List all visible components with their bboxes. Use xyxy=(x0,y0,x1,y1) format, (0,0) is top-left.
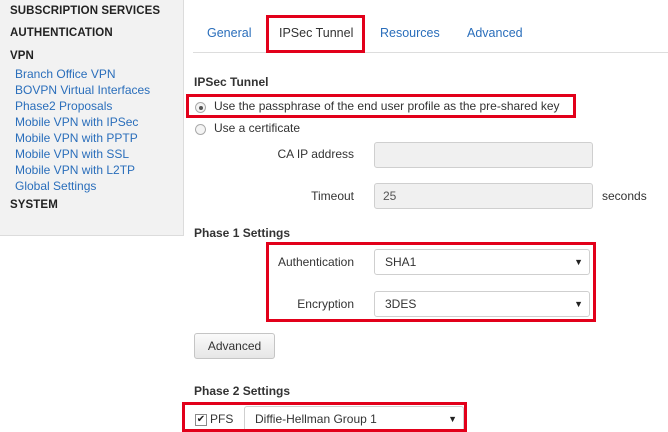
sidebar-item-mobile-vpn-ssl[interactable]: Mobile VPN with SSL xyxy=(15,147,129,161)
sidebar-item-mobile-vpn-ipsec[interactable]: Mobile VPN with IPSec xyxy=(15,115,138,129)
timeout-input[interactable]: 25 xyxy=(374,183,593,209)
phase1-heading: Phase 1 Settings xyxy=(194,226,291,240)
certificate-radio[interactable] xyxy=(195,124,206,135)
tab-ipsec-tunnel[interactable]: IPSec Tunnel xyxy=(275,14,357,54)
tab-general[interactable]: General xyxy=(207,14,251,52)
ca-ip-input[interactable] xyxy=(374,142,593,168)
sidebar-section-subscription-services[interactable]: SUBSCRIPTION SERVICES xyxy=(10,5,160,17)
authentication-label: Authentication xyxy=(277,255,354,269)
advanced-button[interactable]: Advanced xyxy=(194,333,275,359)
tab-advanced[interactable]: Advanced xyxy=(467,14,523,52)
ca-ip-label: CA IP address xyxy=(277,147,355,161)
phase2-heading: Phase 2 Settings xyxy=(194,384,291,398)
sidebar-item-mobile-vpn-pptp[interactable]: Mobile VPN with PPTP xyxy=(15,131,138,145)
sidebar-item-phase2-proposals[interactable]: Phase2 Proposals xyxy=(15,99,112,113)
sidebar-nav: SUBSCRIPTION SERVICES AUTHENTICATION VPN… xyxy=(0,0,184,236)
pfs-checkbox[interactable]: ✔ xyxy=(195,414,207,426)
encryption-value: 3DES xyxy=(385,297,417,311)
authentication-value: SHA1 xyxy=(385,255,417,269)
sidebar-section-authentication[interactable]: AUTHENTICATION xyxy=(10,27,113,39)
chevron-down-icon: ▼ xyxy=(574,257,583,267)
chevron-down-icon: ▼ xyxy=(448,414,457,424)
encryption-label: Encryption xyxy=(297,297,354,311)
chevron-down-icon: ▼ xyxy=(574,299,583,309)
certificate-option-label: Use a certificate xyxy=(214,121,301,135)
tab-bar: General IPSec Tunnel Resources Advanced xyxy=(193,14,668,54)
pfs-group-select[interactable]: Diffie-Hellman Group 1 ▼ xyxy=(244,406,464,432)
sidebar-item-mobile-vpn-l2tp[interactable]: Mobile VPN with L2TP xyxy=(15,163,135,177)
passphrase-radio[interactable] xyxy=(195,102,206,113)
passphrase-option-label: Use the passphrase of the end user profi… xyxy=(214,99,560,113)
pfs-label: PFS xyxy=(210,412,234,426)
sidebar-section-vpn[interactable]: VPN xyxy=(10,50,34,62)
tab-resources[interactable]: Resources xyxy=(380,14,440,52)
ipsec-tunnel-heading: IPSec Tunnel xyxy=(194,75,269,89)
sidebar-section-system[interactable]: SYSTEM xyxy=(10,199,58,211)
timeout-unit: seconds xyxy=(602,189,647,203)
timeout-label: Timeout xyxy=(311,189,354,203)
authentication-select[interactable]: SHA1 ▼ xyxy=(374,249,590,275)
sidebar-item-global-settings[interactable]: Global Settings xyxy=(15,179,96,193)
sidebar-item-branch-office-vpn[interactable]: Branch Office VPN xyxy=(15,67,116,81)
sidebar-item-bovpn-virtual-interfaces[interactable]: BOVPN Virtual Interfaces xyxy=(15,83,150,97)
encryption-select[interactable]: 3DES ▼ xyxy=(374,291,590,317)
pfs-group-value: Diffie-Hellman Group 1 xyxy=(255,412,377,426)
